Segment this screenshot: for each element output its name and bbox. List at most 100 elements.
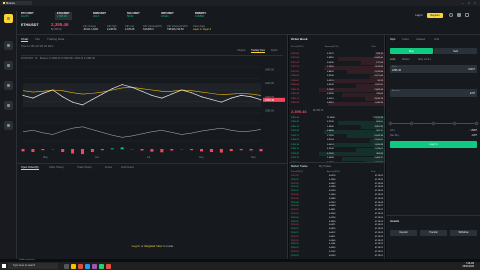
bid-amount: 11.3600 — [327, 116, 335, 119]
order-type-limit[interactable]: Limit — [390, 58, 395, 61]
globe-icon[interactable] — [449, 13, 453, 17]
ask-row[interactable]: 2396.62 0.0210 50.33 — [289, 79, 385, 83]
trade-amount: 1.2000 — [329, 194, 336, 196]
bid-row[interactable]: 2394.55 0.9104 2,180.01 — [289, 138, 385, 143]
tab-open-orders[interactable]: Open Orders(0) — [21, 166, 39, 170]
tab-grid[interactable]: Grid — [434, 38, 439, 41]
windows-start-icon[interactable] — [2, 264, 6, 268]
pair-tab[interactable]: SOL/USDT 58.62 — [125, 12, 142, 20]
tab-chart[interactable]: Chart — [21, 37, 29, 42]
ask-row[interactable]: 2397.82 0.1372 329.10 — [289, 52, 385, 56]
binance-logo-icon[interactable] — [4, 14, 13, 23]
pair-tab[interactable]: BNB/USDT 241.3 — [91, 12, 108, 20]
pair-name[interactable]: ETH/USDT — [21, 23, 39, 27]
ask-amount: 1.1140 — [327, 88, 334, 91]
task-view-icon[interactable] — [64, 263, 69, 269]
register-link[interactable]: Register Now — [144, 244, 162, 248]
chart-toolbar[interactable] — [21, 51, 283, 56]
tab-info[interactable]: Info — [35, 37, 40, 41]
tab-trading-data[interactable]: Trading Data — [47, 37, 64, 41]
price-chart[interactable]: 2440.002420.002400.002395.462380.00 May J… — [17, 61, 287, 161]
bid-row[interactable]: 2394.90 0.0840 201.17 — [289, 129, 385, 134]
stat-value[interactable]: Layer 1 / Layer 2 — [193, 28, 211, 31]
ask-row[interactable]: 2397.60 2.4810 5,948.45 — [289, 56, 385, 61]
ask-row[interactable]: 2395.72 4.0210 9,633.19 — [289, 97, 385, 101]
app-icon[interactable] — [99, 263, 104, 269]
ask-row[interactable]: 2397.21 1.2001 2,876.89 — [289, 65, 385, 70]
tab-market-trades[interactable]: Market Trades — [291, 165, 308, 168]
bid-row[interactable]: 2394.12 3.2200 7,709.07 — [289, 147, 385, 152]
bid-row[interactable]: 2393.70 1.0040 2,403.27 — [289, 156, 385, 161]
order-type-market[interactable]: Market — [402, 58, 410, 61]
sell-tab-button[interactable]: Sell — [434, 48, 477, 54]
theme-toggle-icon[interactable] — [465, 13, 469, 17]
settings-icon[interactable] — [4, 121, 13, 130]
tab-spot[interactable]: Spot — [390, 38, 395, 41]
pair-tab[interactable]: BNB/BTC 0.00584 — [193, 12, 208, 20]
taskbar-clock[interactable]: 7:18 AM 08/11/2023 — [463, 263, 474, 270]
wallet-icon[interactable] — [4, 61, 13, 70]
histogram-bar — [150, 149, 154, 152]
interval-selector[interactable]: Time 1s 15m 1H 4H 1D 1W ▾ — [21, 45, 53, 48]
transfer-button[interactable]: Transfer — [420, 230, 447, 236]
tab-funds[interactable]: Funds — [105, 166, 112, 169]
amount-slider[interactable] — [388, 121, 479, 126]
history-icon[interactable] — [4, 81, 13, 90]
tab-my-trades[interactable]: My Trades — [319, 165, 331, 168]
pair-tab-active[interactable]: ETH/USDT 2,395.46 — [55, 12, 72, 20]
last-price: 2,395.46 — [51, 22, 69, 27]
slider-step[interactable] — [474, 121, 479, 126]
close-icon[interactable]: × — [474, 1, 476, 5]
withdraw-button[interactable]: Withdraw — [450, 230, 477, 236]
slider-step[interactable] — [388, 121, 393, 126]
bell-icon[interactable] — [4, 101, 13, 110]
bid-row[interactable]: 2394.30 0.4410 1,055.89 — [289, 143, 385, 147]
ask-row[interactable]: 2397.44 0.0530 127.06 — [289, 61, 385, 65]
pair-tab[interactable]: BTC/USDT 41,270 — [19, 12, 36, 20]
order-type-stop-limit[interactable]: Stop Limit ▾ — [418, 58, 431, 61]
maximize-icon[interactable]: □ — [468, 1, 470, 5]
bid-row[interactable]: 2395.12 1.6500 3,951.95 — [289, 125, 385, 129]
slider-step[interactable] — [409, 121, 414, 126]
minimize-icon[interactable]: – — [462, 1, 464, 5]
register-button[interactable]: Register — [427, 13, 443, 18]
amount-input[interactable]: Amount ETH — [390, 89, 477, 97]
browser-tab[interactable]: Binance — [2, 1, 32, 5]
taskbar-search[interactable]: Type here to search — [8, 263, 58, 269]
price-input[interactable]: Price 2395.46 USDT — [390, 65, 477, 73]
deposit-button[interactable]: Deposit — [390, 230, 417, 236]
login-button[interactable]: Log In — [413, 13, 425, 18]
chart-icon[interactable] — [4, 41, 13, 50]
tab-cross[interactable]: Cross — [402, 38, 409, 41]
bid-price: 2394.71 — [291, 134, 299, 137]
tab-isolated[interactable]: Isolated — [416, 38, 425, 41]
tab-trade-history[interactable]: Trade History — [77, 166, 92, 169]
bid-row[interactable]: 2394.71 2.7320 6,542.35 — [289, 134, 385, 138]
ask-row[interactable]: 2397.00 0.8402 2,013.96 — [289, 70, 385, 74]
ask-row[interactable]: 2396.85 3.9100 9,371.68 — [289, 74, 385, 79]
app-icon[interactable] — [106, 263, 111, 269]
ask-row[interactable]: 2396.18 1.1140 2,669.34 — [289, 88, 385, 92]
buy-tab-button[interactable]: Buy — [390, 48, 433, 54]
trade-amount: 0.0384 — [329, 197, 336, 200]
app-icon[interactable] — [92, 263, 97, 269]
bid-row[interactable]: 2395.30 0.2100 503.01 — [289, 120, 385, 125]
login-link[interactable]: Log In — [132, 244, 140, 248]
tab-order-history[interactable]: Order History — [49, 166, 64, 169]
ask-row[interactable]: 2395.50 0.6015 1,440.89 — [289, 101, 385, 106]
oscillator-panel — [21, 122, 263, 155]
bid-row[interactable]: 2395.46 11.3600 27,212.43 — [289, 116, 385, 120]
ask-row[interactable]: 2396.40 0.5520 1,322.81 — [289, 83, 385, 88]
form-login-button[interactable]: Log In — [390, 141, 477, 148]
tab-grid-orders[interactable]: Grid Orders — [121, 166, 134, 169]
pair-tab[interactable]: XRP/USDT 0.6121 — [159, 12, 176, 20]
edge-icon[interactable] — [85, 263, 90, 269]
brave-browser-icon[interactable] — [78, 263, 83, 269]
trade-time: 07:18:31 — [374, 178, 383, 181]
slider-step[interactable] — [452, 121, 457, 126]
file-explorer-icon[interactable] — [71, 263, 76, 269]
slider-step[interactable] — [431, 121, 436, 126]
download-icon[interactable] — [457, 13, 461, 17]
ask-row[interactable]: 2395.95 0.3300 790.66 — [289, 92, 385, 97]
bid-row[interactable]: 2393.96 0.1520 363.88 — [289, 152, 385, 156]
